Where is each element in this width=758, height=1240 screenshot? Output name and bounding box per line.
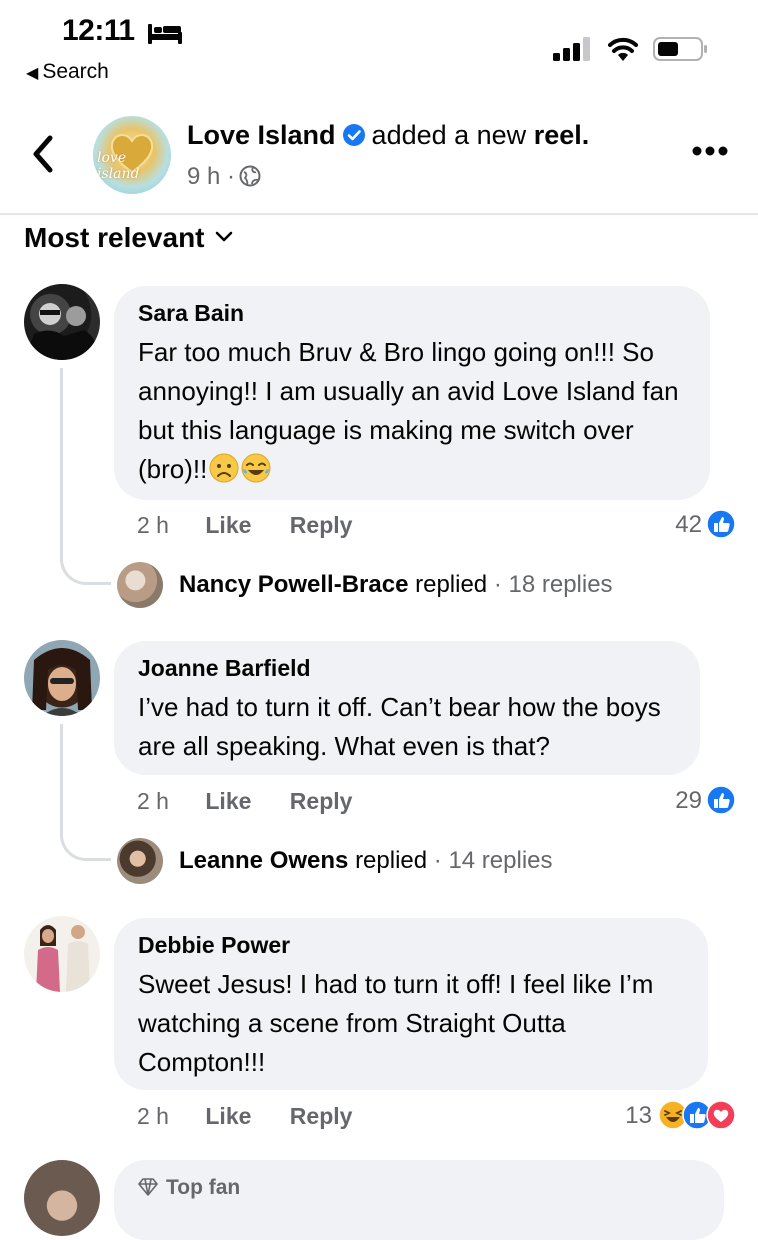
page-name-link[interactable]: Love Island xyxy=(187,120,336,150)
meta-separator: · xyxy=(227,163,236,190)
wifi-icon xyxy=(608,37,638,61)
commenter-avatar[interactable] xyxy=(24,284,100,360)
sort-dropdown[interactable]: Most relevant xyxy=(24,222,233,254)
back-triangle-icon: ◀ xyxy=(26,65,39,82)
reaction-summary[interactable]: 29 xyxy=(675,785,736,815)
post-action-text: added a new xyxy=(371,120,527,150)
comment-text: Far too much Bruv & Bro lingo going on!!… xyxy=(138,333,686,489)
love-reaction-icon xyxy=(706,1100,736,1130)
verified-badge-icon xyxy=(342,124,365,146)
battery-icon xyxy=(653,37,707,61)
top-fan-label: Top fan xyxy=(166,1176,241,1199)
reply-count: 18 replies xyxy=(508,571,613,598)
comment-time[interactable]: 2 h xyxy=(137,1103,169,1130)
commenter-avatar[interactable] xyxy=(24,640,100,716)
back-search-label: Search xyxy=(42,60,109,83)
commenter-avatar[interactable] xyxy=(24,916,100,992)
reply-author-avatar[interactable] xyxy=(117,562,163,608)
like-reaction-icon xyxy=(706,785,736,815)
thread-connector xyxy=(60,724,111,861)
comment-author[interactable]: Sara Bain xyxy=(138,300,686,327)
like-reaction-icon xyxy=(706,509,736,539)
like-button[interactable]: Like xyxy=(205,788,251,815)
more-options-icon[interactable] xyxy=(692,144,728,158)
reply-verb: replied xyxy=(415,571,488,598)
comment-bubble: Sara Bain Far too much Bruv & Bro lingo … xyxy=(114,286,710,500)
like-button[interactable]: Like xyxy=(205,1103,251,1130)
reaction-count: 29 xyxy=(675,787,702,814)
avatar-photo-icon xyxy=(32,648,92,716)
avatar-photo-icon xyxy=(24,303,100,360)
reply-verb: replied xyxy=(355,847,428,874)
commenter-avatar[interactable] xyxy=(24,1160,100,1236)
top-fan-badge: Top fan xyxy=(138,1176,240,1199)
reaction-count: 13 xyxy=(625,1102,652,1129)
comment-bubble: Top fan xyxy=(114,1160,724,1240)
avatar-photo-icon xyxy=(36,925,90,992)
sleep-focus-icon xyxy=(148,24,182,44)
thread-connector xyxy=(60,368,111,585)
comment-actions: 2 h Like Reply xyxy=(137,1103,352,1130)
avatar-brand-text: love island xyxy=(97,150,140,182)
reply-author-name: Nancy Powell-Brace xyxy=(179,571,409,598)
comment-bubble: Joanne Barfield I’ve had to turn it off.… xyxy=(114,641,700,775)
post-action-object: reel. xyxy=(533,120,590,150)
header-divider xyxy=(0,213,758,215)
cellular-signal-icon xyxy=(553,37,590,61)
comment-actions: 2 h Like Reply xyxy=(137,788,352,815)
comment-time[interactable]: 2 h xyxy=(137,788,169,815)
post-age[interactable]: 9 h xyxy=(187,163,220,190)
sort-label: Most relevant xyxy=(24,222,205,253)
reaction-summary[interactable]: 42 xyxy=(675,509,736,539)
reply-button[interactable]: Reply xyxy=(290,788,353,815)
comment-author[interactable]: Joanne Barfield xyxy=(138,655,676,682)
reply-button[interactable]: Reply xyxy=(290,1103,353,1130)
page-avatar[interactable]: love island xyxy=(93,116,171,194)
reply-button[interactable]: Reply xyxy=(290,512,353,539)
comment-text: I’ve had to turn it off. Can’t bear how … xyxy=(138,692,661,761)
reply-count: 14 replies xyxy=(448,847,553,874)
comment-text: Sweet Jesus! I had to turn it off! I fee… xyxy=(138,969,654,1077)
back-to-search-link[interactable]: ◀ Search xyxy=(26,60,109,84)
view-replies-link[interactable]: Nancy Powell-Brace replied · 18 replies xyxy=(179,571,613,599)
back-chevron-icon[interactable] xyxy=(30,134,56,174)
reply-author-avatar[interactable] xyxy=(117,838,163,884)
globe-icon xyxy=(239,165,261,187)
reply-author-name: Leanne Owens xyxy=(179,847,349,874)
comment-author[interactable]: Debbie Power xyxy=(138,932,684,959)
comment-bubble: Debbie Power Sweet Jesus! I had to turn … xyxy=(114,918,708,1090)
worried-face-icon xyxy=(209,453,239,483)
reaction-summary[interactable]: 13 xyxy=(625,1100,736,1130)
diamond-icon xyxy=(138,1178,158,1196)
comment-actions: 2 h Like Reply xyxy=(137,512,352,539)
status-time: 12:11 xyxy=(62,14,135,47)
post-meta: 9 h · xyxy=(187,163,261,191)
comment-time[interactable]: 2 h xyxy=(137,512,169,539)
tears-of-joy-icon xyxy=(241,453,271,483)
chevron-down-icon xyxy=(215,231,232,242)
post-header-line: Love Island added a new reel. xyxy=(187,120,589,151)
view-replies-link[interactable]: Leanne Owens replied · 14 replies xyxy=(179,847,553,875)
reaction-count: 42 xyxy=(675,511,702,538)
like-button[interactable]: Like xyxy=(205,512,251,539)
